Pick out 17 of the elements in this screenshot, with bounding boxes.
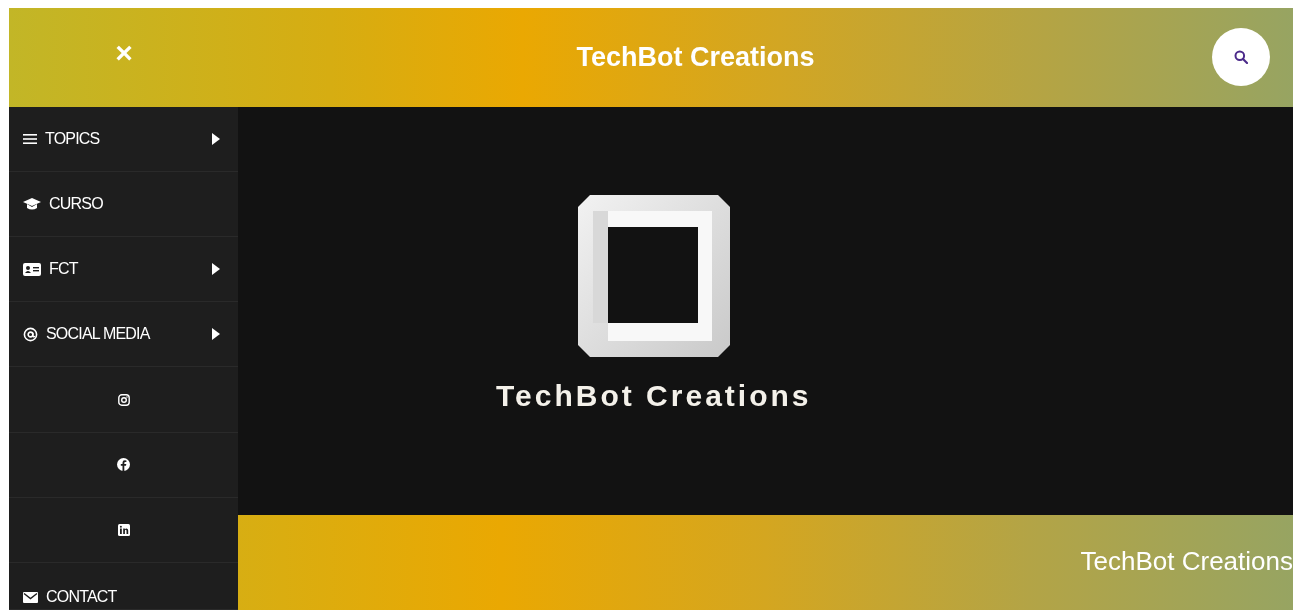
caret-icon	[212, 132, 220, 145]
graduation-cap-icon	[23, 197, 41, 211]
instagram-icon[interactable]	[117, 393, 130, 406]
menu-icon	[23, 132, 37, 145]
caret-icon	[212, 263, 220, 276]
search-button[interactable]	[1212, 28, 1270, 87]
site-title: TechBot Creations	[575, 41, 816, 75]
linkedin-icon[interactable]	[117, 523, 130, 536]
logo-text: TechBot Creations	[496, 377, 812, 414]
envelope-icon	[23, 591, 38, 603]
facebook-icon[interactable]	[117, 458, 130, 472]
cube-logo-icon	[577, 194, 730, 357]
footer-text: TechBot Creations	[1080, 545, 1293, 578]
id-card-icon	[23, 262, 41, 276]
search-icon	[1234, 50, 1248, 65]
caret-icon	[212, 328, 220, 341]
at-sign-icon	[23, 326, 38, 342]
